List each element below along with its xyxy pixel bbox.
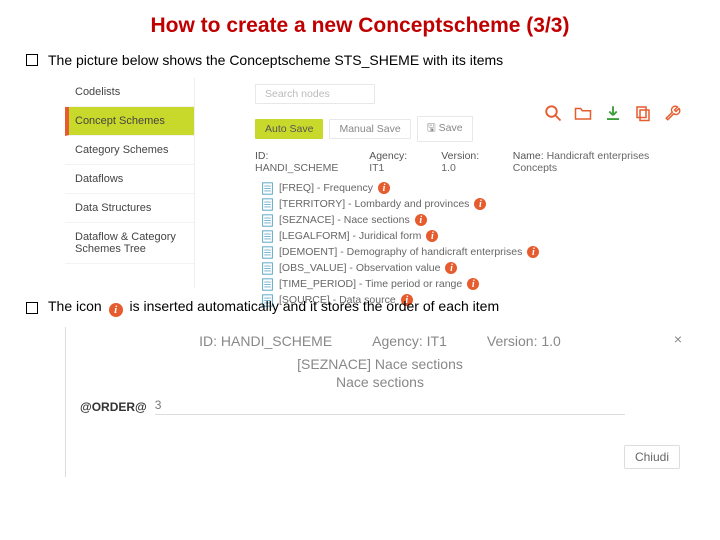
modal-footer: Chiudi [80, 415, 680, 469]
action-toolbar [544, 104, 682, 122]
doc-icon [261, 198, 274, 211]
tree-item-label: [TIME_PERIOD] - Time period or range [279, 278, 462, 290]
page-title: How to create a new Conceptscheme (3/3) [0, 0, 720, 48]
bullet-2-after: is inserted automatically and it stores … [129, 298, 499, 314]
sidebar-item-dataflows[interactable]: Dataflows [65, 165, 194, 194]
bullet-2-text: The icon i is inserted automatically and… [48, 298, 499, 317]
search-input[interactable]: Search nodes [255, 84, 375, 104]
doc-icon [261, 278, 274, 291]
sidebar-item-category-schemes[interactable]: Category Schemes [65, 136, 194, 165]
bullet-2-before: The icon [48, 298, 102, 314]
info-icon[interactable]: i [467, 278, 479, 290]
info-icon: i [109, 303, 123, 317]
tree-item[interactable]: [LEGALFORM] - Juridical form i [261, 228, 690, 244]
doc-icon [261, 230, 274, 243]
order-label: @ORDER@ [80, 400, 147, 414]
meta-version-label: Version: [441, 150, 479, 162]
meta-id-label: ID: [255, 150, 268, 162]
manualsave-button[interactable]: Manual Save [329, 119, 410, 139]
modal-item-code: [SEZNACE] Nace sections [297, 356, 463, 372]
concepts-tree: [FREQ] - Frequency i [TERRITORY] - Lombar… [255, 180, 690, 308]
folder-open-icon[interactable] [574, 104, 592, 122]
tree-item-label: [TERRITORY] - Lombardy and provinces [279, 198, 469, 210]
bullet-1: The picture below shows the Conceptschem… [0, 48, 720, 74]
info-icon[interactable]: i [426, 230, 438, 242]
close-icon[interactable]: × [674, 331, 682, 347]
doc-icon [261, 214, 274, 227]
close-button[interactable]: Chiudi [624, 445, 680, 469]
app-screenshot-2: × ID: HANDI_SCHEME Agency: IT1 Version: … [65, 327, 690, 477]
tree-item[interactable]: [TIME_PERIOD] - Time period or range i [261, 276, 690, 292]
bullet-1-text: The picture below shows the Conceptschem… [48, 52, 503, 68]
info-icon[interactable]: i [415, 214, 427, 226]
info-icon[interactable]: i [527, 246, 539, 258]
meta-id-value: HANDI_SCHEME [255, 162, 338, 174]
order-value[interactable]: 3 [155, 398, 625, 415]
wrench-icon[interactable] [664, 104, 682, 122]
doc-icon [261, 246, 274, 259]
sidebar-nav: Codelists Concept Schemes Category Schem… [65, 78, 195, 288]
modal-version-value: 1.0 [541, 333, 560, 349]
tree-item-label: [SEZNACE] - Nace sections [279, 214, 410, 226]
sidebar-item-concept-schemes[interactable]: Concept Schemes [65, 107, 194, 136]
modal-agency-label: Agency: [372, 333, 423, 349]
meta-agency-label: Agency: [369, 150, 407, 162]
tree-item[interactable]: [OBS_VALUE] - Observation value i [261, 260, 690, 276]
save-icon: 🖫 [427, 122, 439, 134]
meta-name-label: Name: [513, 150, 544, 162]
save-button[interactable]: 🖫 Save [417, 116, 473, 142]
search-icon[interactable] [544, 104, 562, 122]
modal-id-label: ID: [199, 333, 217, 349]
modal-version-label: Version: [487, 333, 538, 349]
bullet-box-icon [26, 302, 38, 314]
tree-item[interactable]: [DEMOENT] - Demography of handicraft ent… [261, 244, 690, 260]
meta-version-value: 1.0 [441, 162, 456, 174]
modal-id-value: HANDI_SCHEME [221, 333, 332, 349]
autosave-button[interactable]: Auto Save [255, 119, 323, 139]
doc-icon [261, 262, 274, 275]
modal-header: ID: HANDI_SCHEME Agency: IT1 Version: 1.… [80, 333, 680, 354]
order-row: @ORDER@ 3 [80, 392, 680, 415]
tree-item-label: [FREQ] - Frequency [279, 182, 373, 194]
sidebar-item-codelists[interactable]: Codelists [65, 78, 194, 107]
tree-item[interactable]: [TERRITORY] - Lombardy and provinces i [261, 196, 690, 212]
sidebar-item-data-structures[interactable]: Data Structures [65, 194, 194, 223]
bullet-box-icon [26, 54, 38, 66]
info-icon[interactable]: i [474, 198, 486, 210]
modal-agency-value: IT1 [427, 333, 447, 349]
tree-item[interactable]: [FREQ] - Frequency i [261, 180, 690, 196]
modal-item: [SEZNACE] Nace sections Nace sections [80, 354, 680, 392]
meta-agency-value: IT1 [369, 162, 384, 174]
save-button-label: Save [439, 122, 463, 134]
sidebar-item-dctree[interactable]: Dataflow & Category Schemes Tree [65, 223, 194, 264]
doc-icon [261, 182, 274, 195]
copy-icon[interactable] [634, 104, 652, 122]
download-icon[interactable] [604, 104, 622, 122]
tree-item[interactable]: [SEZNACE] - Nace sections i [261, 212, 690, 228]
tree-item-label: [OBS_VALUE] - Observation value [279, 262, 440, 274]
info-icon[interactable]: i [378, 182, 390, 194]
scheme-meta: ID: HANDI_SCHEME Agency: IT1 Version: 1.… [255, 148, 690, 180]
modal-item-label: Nace sections [80, 374, 680, 390]
tree-item-label: [LEGALFORM] - Juridical form [279, 230, 421, 242]
tree-item-label: [DEMOENT] - Demography of handicraft ent… [279, 246, 522, 258]
info-icon[interactable]: i [445, 262, 457, 274]
